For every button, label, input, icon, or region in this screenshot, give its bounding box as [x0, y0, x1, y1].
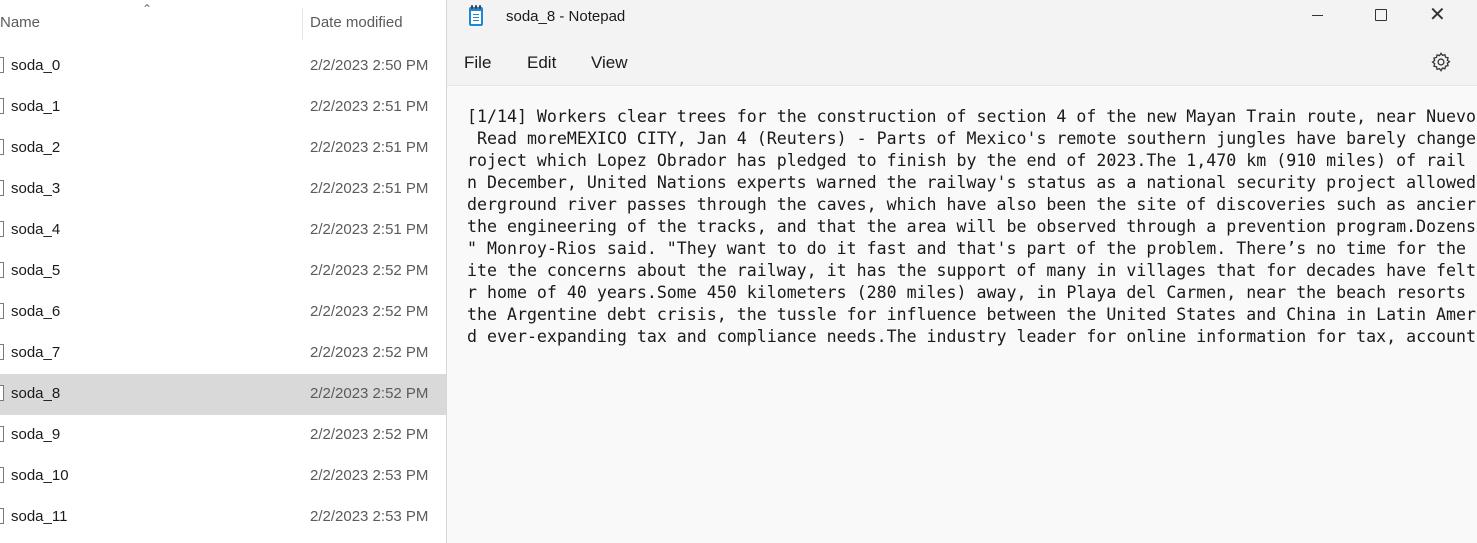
- file-name: soda_9: [11, 426, 61, 443]
- column-header-bar: Name ⌃ Date modified: [0, 0, 446, 46]
- file-row[interactable]: soda_6 2/2/2023 2:52 PM: [0, 292, 446, 333]
- maximize-icon: [1375, 9, 1387, 21]
- file-name: soda_3: [11, 180, 61, 197]
- file-explorer-pane: Name ⌃ Date modified soda_0 2/2/2023 2:50…: [0, 0, 446, 543]
- maximize-button[interactable]: [1358, 0, 1404, 32]
- sort-ascending-icon: ⌃: [142, 2, 153, 16]
- file-name: soda_5: [11, 262, 61, 279]
- text-line: the engineering of the tracks, and that …: [467, 217, 1477, 236]
- file-date-modified: 2/2/2023 2:51 PM: [310, 221, 429, 238]
- file-row[interactable]: soda_7 2/2/2023 2:52 PM: [0, 333, 446, 374]
- text-file-icon: [0, 139, 4, 155]
- menu-bar: File Edit View: [447, 38, 1477, 86]
- notepad-window: soda_8 - Notepad ✕ File Edit View [1/14]…: [446, 0, 1477, 543]
- title-bar[interactable]: soda_8 - Notepad ✕: [447, 0, 1477, 38]
- gear-icon[interactable]: [1430, 51, 1452, 73]
- file-row[interactable]: soda_3 2/2/2023 2:51 PM: [0, 169, 446, 210]
- column-header-date-modified[interactable]: Date modified: [310, 14, 403, 31]
- file-name: soda_1: [11, 98, 61, 115]
- close-button[interactable]: ✕: [1417, 0, 1463, 32]
- file-name: soda_2: [11, 139, 61, 156]
- file-row[interactable]: soda_0 2/2/2023 2:50 PM: [0, 46, 446, 87]
- menu-view[interactable]: View: [591, 53, 628, 73]
- text-file-icon: [0, 508, 4, 524]
- text-line: Read moreMEXICO CITY, Jan 4 (Reuters) - …: [467, 129, 1477, 148]
- text-line: " Monroy-Rios said. "They want to do it …: [467, 239, 1467, 258]
- text-line: n December, United Nations experts warne…: [467, 173, 1477, 192]
- file-name: soda_6: [11, 303, 61, 320]
- file-name: soda_10: [11, 467, 69, 484]
- text-file-icon: [0, 221, 4, 237]
- file-date-modified: 2/2/2023 2:52 PM: [310, 385, 429, 402]
- text-file-icon: [0, 303, 4, 319]
- file-date-modified: 2/2/2023 2:51 PM: [310, 180, 429, 197]
- text-line: r home of 40 years.Some 450 kilometers (…: [467, 283, 1467, 302]
- file-date-modified: 2/2/2023 2:52 PM: [310, 344, 429, 361]
- minimize-button[interactable]: [1295, 0, 1341, 32]
- file-date-modified: 2/2/2023 2:52 PM: [310, 262, 429, 279]
- file-row[interactable]: soda_5 2/2/2023 2:52 PM: [0, 251, 446, 292]
- text-line: [1/14] Workers clear trees for the const…: [467, 107, 1477, 126]
- file-date-modified: 2/2/2023 2:53 PM: [310, 467, 429, 484]
- text-file-icon: [0, 262, 4, 278]
- close-icon: ✕: [1429, 4, 1446, 26]
- file-list: soda_0 2/2/2023 2:50 PM soda_1 2/2/2023 2:5…: [0, 46, 446, 538]
- file-row[interactable]: soda_10 2/2/2023 2:53 PM: [0, 456, 446, 497]
- text-file-icon: [0, 385, 4, 401]
- file-name: soda_11: [11, 508, 68, 525]
- text-file-icon: [0, 467, 4, 483]
- text-line: the Argentine debt crisis, the tussle fo…: [467, 305, 1477, 324]
- file-row[interactable]: soda_4 2/2/2023 2:51 PM: [0, 210, 446, 251]
- text-file-icon: [0, 98, 4, 114]
- text-file-icon: [0, 344, 4, 360]
- file-row[interactable]: soda_11 2/2/2023 2:53 PM: [0, 497, 446, 538]
- window-title: soda_8 - Notepad: [506, 8, 626, 25]
- file-date-modified: 2/2/2023 2:51 PM: [310, 139, 429, 156]
- menu-file[interactable]: File: [464, 53, 491, 73]
- column-header-name[interactable]: Name: [0, 14, 40, 31]
- text-line: d ever-expanding tax and compliance need…: [467, 327, 1477, 346]
- file-date-modified: 2/2/2023 2:53 PM: [310, 508, 429, 525]
- notepad-icon: [469, 5, 483, 26]
- file-date-modified: 2/2/2023 2:50 PM: [310, 57, 429, 74]
- file-date-modified: 2/2/2023 2:52 PM: [310, 426, 429, 443]
- file-row[interactable]: soda_8 2/2/2023 2:52 PM: [0, 374, 446, 415]
- file-row[interactable]: soda_1 2/2/2023 2:51 PM: [0, 87, 446, 128]
- file-name: soda_7: [11, 344, 61, 361]
- file-date-modified: 2/2/2023 2:51 PM: [310, 98, 429, 115]
- text-file-icon: [0, 57, 4, 73]
- document-text[interactable]: [1/14] Workers clear trees for the const…: [467, 106, 1477, 348]
- column-divider[interactable]: [302, 8, 303, 40]
- text-editor-area[interactable]: [1/14] Workers clear trees for the const…: [447, 86, 1477, 543]
- file-name: soda_4: [11, 221, 61, 238]
- file-name: soda_8: [11, 385, 61, 402]
- text-file-icon: [0, 426, 4, 442]
- text-file-icon: [0, 180, 4, 196]
- menu-edit[interactable]: Edit: [527, 53, 556, 73]
- file-row[interactable]: soda_2 2/2/2023 2:51 PM: [0, 128, 446, 169]
- file-row[interactable]: soda_9 2/2/2023 2:52 PM: [0, 415, 446, 456]
- file-name: soda_0: [11, 57, 61, 74]
- file-date-modified: 2/2/2023 2:52 PM: [310, 303, 429, 320]
- text-line: roject which Lopez Obrador has pledged t…: [467, 151, 1467, 170]
- minimize-icon: [1312, 15, 1323, 16]
- text-line: ite the concerns about the railway, it h…: [467, 261, 1477, 280]
- text-line: derground river passes through the caves…: [467, 195, 1477, 214]
